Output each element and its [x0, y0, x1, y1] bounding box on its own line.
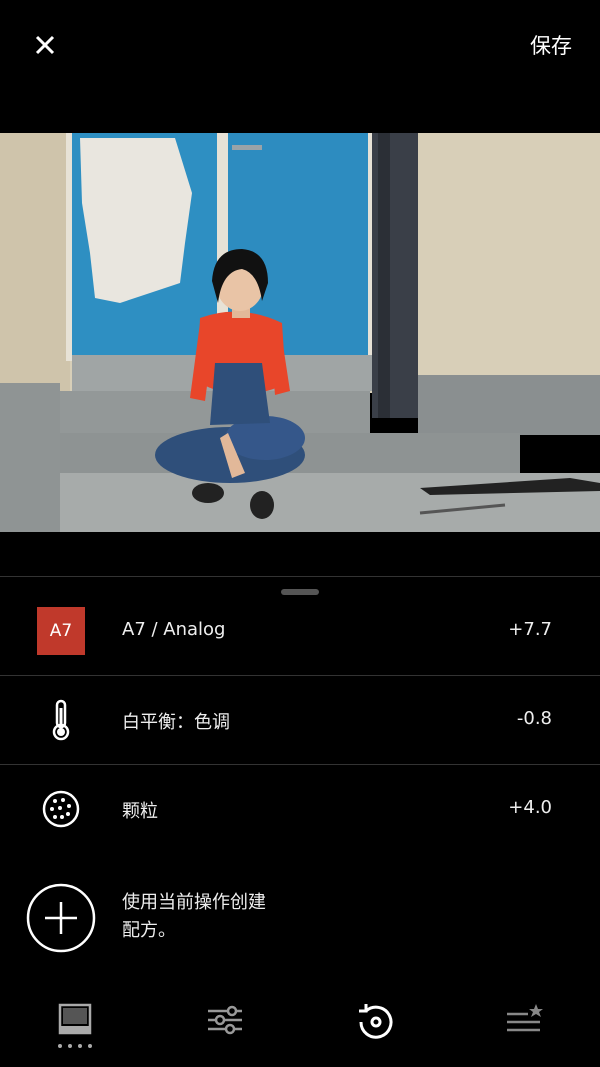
- history-icon: [359, 1004, 393, 1039]
- preset-badge: A7: [37, 607, 85, 655]
- sliders-icon: [208, 1005, 242, 1035]
- close-button[interactable]: [30, 30, 60, 60]
- adjustment-row-preset[interactable]: A7 A7 / Analog +7.7: [0, 587, 600, 676]
- plus-circle-icon: [26, 883, 96, 953]
- adjustment-value: -0.8: [516, 708, 552, 729]
- adjustment-row-white-balance[interactable]: 白平衡：色调 -0.8: [0, 676, 600, 765]
- thermometer-icon-wrapper: [37, 696, 85, 744]
- presets-dots: [58, 1044, 92, 1048]
- presets-icon: [58, 1003, 92, 1035]
- adjustment-value: +4.0: [508, 797, 552, 818]
- photo-image: [0, 133, 600, 532]
- tab-presets[interactable]: [45, 1002, 105, 1052]
- tab-history[interactable]: [345, 1002, 405, 1052]
- create-recipe-button[interactable]: 使用当前操作创建 配方。: [0, 877, 600, 957]
- adjustment-label: A7 / Analog: [122, 619, 226, 640]
- adjustment-label: 白平衡：色调: [122, 712, 230, 733]
- tab-adjust[interactable]: [195, 1002, 255, 1052]
- create-recipe-text: 使用当前操作创建 配方。: [122, 889, 302, 945]
- recipes-icon: [507, 1004, 543, 1032]
- bottom-tab-bar: [0, 990, 600, 1066]
- grain-icon: [42, 790, 80, 828]
- save-button[interactable]: 保存: [530, 30, 572, 60]
- tab-recipes[interactable]: [494, 1002, 554, 1052]
- create-recipe-line-1: 使用当前操作创建: [122, 892, 266, 913]
- adjustment-row-grain[interactable]: 颗粒 +4.0: [0, 765, 600, 853]
- grain-icon-wrapper: [37, 785, 85, 833]
- top-bar: 保存: [0, 0, 600, 90]
- photo-preview[interactable]: [0, 133, 600, 532]
- adjustment-value: +7.7: [508, 619, 552, 640]
- preset-badge-wrapper: A7: [37, 607, 85, 655]
- create-recipe-line-2: 配方。: [122, 920, 176, 941]
- thermometer-icon: [52, 699, 70, 741]
- close-icon: [35, 35, 55, 55]
- adjustment-label: 颗粒: [122, 801, 158, 822]
